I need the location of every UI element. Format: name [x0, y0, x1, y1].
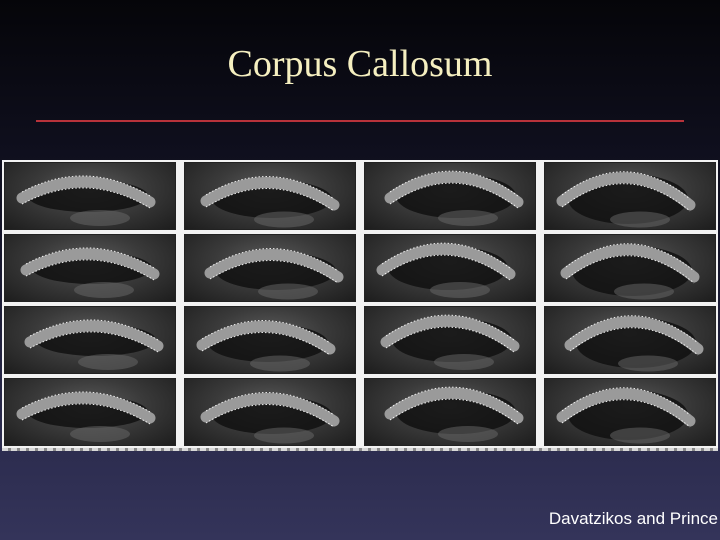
mri-slice-panel — [544, 306, 716, 374]
mri-slice-panel — [184, 378, 356, 446]
mri-slice-panel — [544, 378, 716, 446]
mri-slice-image — [544, 306, 716, 374]
mri-slice-image — [544, 162, 716, 230]
mri-slice-image — [184, 162, 356, 230]
mri-slice-image — [364, 306, 536, 374]
mri-slice-panel — [544, 162, 716, 230]
mri-slice-panel — [364, 234, 536, 302]
mri-slice-panel — [544, 234, 716, 302]
title-divider — [36, 120, 684, 122]
mri-image-grid — [2, 160, 718, 450]
slide-title: Corpus Callosum — [227, 43, 493, 85]
mri-slice-image — [364, 234, 536, 302]
mri-slice-image — [4, 306, 176, 374]
mri-slice-panel — [364, 306, 536, 374]
mri-slice-image — [364, 378, 536, 446]
mri-slice-panel — [364, 162, 536, 230]
mri-slice-panel — [4, 306, 176, 374]
mri-slice-image — [544, 378, 716, 446]
mri-slice-panel — [184, 306, 356, 374]
mri-slice-panel — [184, 234, 356, 302]
mri-slice-panel — [4, 234, 176, 302]
image-bottom-strip — [2, 448, 718, 451]
mri-slice-panel — [184, 162, 356, 230]
mri-slice-image — [184, 234, 356, 302]
mri-slice-image — [184, 306, 356, 374]
mri-slice-image — [544, 234, 716, 302]
mri-slice-image — [364, 162, 536, 230]
credit-text: Davatzikos and Prince — [548, 509, 718, 528]
mri-slice-panel — [364, 378, 536, 446]
mri-slice-image — [4, 234, 176, 302]
mri-slice-panel — [4, 162, 176, 230]
mri-slice-image — [184, 378, 356, 446]
mri-slice-panel — [4, 378, 176, 446]
mri-slice-image — [4, 162, 176, 230]
mri-slice-image — [4, 378, 176, 446]
